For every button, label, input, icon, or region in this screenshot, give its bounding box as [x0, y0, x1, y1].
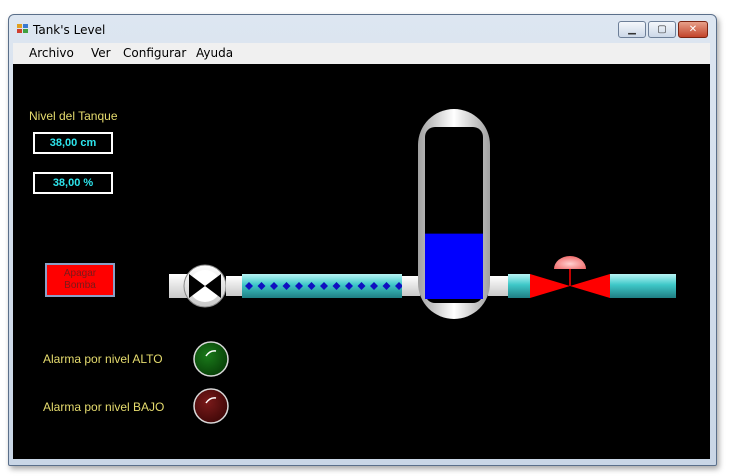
close-button[interactable]: ✕ [678, 21, 708, 38]
tank [418, 109, 490, 319]
tank-liquid [425, 233, 483, 299]
alarm-high-lamp [193, 341, 229, 377]
discharge-pipe [610, 274, 676, 298]
process-panel: Nivel del Tanque 38,00 cm 38,00 % Apagar… [13, 64, 710, 459]
menu-configurar[interactable]: Configurar [123, 46, 186, 60]
menu-archivo[interactable]: Archivo [29, 46, 74, 60]
menu-ver[interactable]: Ver [91, 46, 111, 60]
maximize-icon: ▢ [657, 24, 667, 35]
pump-connector [226, 276, 242, 296]
control-valve-icon [530, 256, 610, 298]
alarm-low-lamp [193, 388, 229, 424]
process-diagram [169, 109, 676, 424]
app-icon [17, 24, 28, 33]
tank-outlet-connector [488, 276, 508, 296]
title-bar[interactable]: Tank's Level ▁ ▢ ✕ [9, 15, 716, 43]
outlet-pipe [508, 274, 530, 298]
app-window: Tank's Level ▁ ▢ ✕ Archivo Ver Configura… [8, 14, 717, 466]
tank-inlet-connector [402, 276, 420, 296]
maximize-button[interactable]: ▢ [648, 21, 676, 38]
window-title: Tank's Level [33, 23, 106, 37]
minimize-button[interactable]: ▁ [618, 21, 646, 38]
menu-ayuda[interactable]: Ayuda [196, 46, 233, 60]
menu-bar: Archivo Ver Configurar Ayuda [13, 43, 710, 64]
pump-icon [183, 264, 227, 308]
close-icon: ✕ [688, 24, 698, 35]
minimize-icon: ▁ [628, 24, 636, 35]
